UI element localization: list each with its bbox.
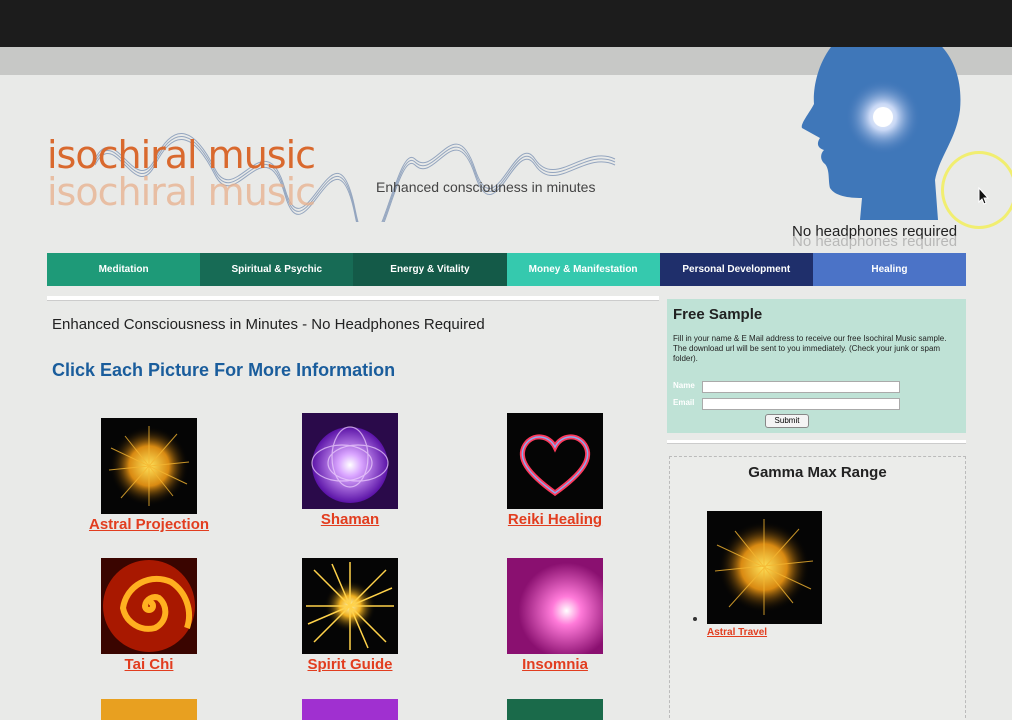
page: isochiral music isochiral music Enhanced…: [0, 47, 1012, 720]
email-label: Email: [673, 398, 695, 407]
list-bullet: [693, 617, 697, 621]
gamma-title: Gamma Max Range: [748, 464, 887, 481]
site-logo-reflection: isochiral music: [47, 170, 316, 214]
nav-spiritual-psychic[interactable]: Spiritual & Psychic: [200, 253, 354, 286]
tagline: Enhanced consciouness in minutes: [376, 179, 596, 195]
divider: [47, 296, 659, 301]
headphones-note-reflection: No headphones required: [792, 233, 958, 250]
pink-glow-image[interactable]: [507, 558, 603, 654]
nav-personal-development[interactable]: Personal Development: [659, 253, 813, 286]
star-burst-image[interactable]: [302, 558, 398, 654]
section-heading: Click Each Picture For More Information: [52, 360, 396, 380]
submit-button[interactable]: Submit: [765, 414, 809, 428]
name-label: Name: [673, 381, 695, 390]
purple-vortex-image[interactable]: [302, 413, 398, 509]
intro-text: Enhanced Consciousness in Minutes - No H…: [52, 316, 485, 333]
item-label[interactable]: Insomnia: [480, 656, 630, 673]
item-label[interactable]: Astral Projection: [74, 516, 224, 533]
nav-money-manifestation[interactable]: Money & Manifestation: [506, 253, 660, 286]
orange-spiral-image[interactable]: [101, 558, 197, 654]
cursor-highlight-ring: [941, 151, 1012, 229]
name-input[interactable]: [702, 381, 900, 393]
partial-image-row: [302, 699, 398, 720]
partial-image-row: [101, 699, 197, 720]
item-label[interactable]: Reiki Healing: [480, 511, 630, 528]
mouse-cursor-icon: [978, 187, 990, 205]
item-spirit-guide[interactable]: Spirit Guide: [275, 558, 425, 673]
golden-starburst-image[interactable]: [101, 418, 197, 514]
gamma-panel: Gamma Max Range Astral Travel: [669, 456, 966, 720]
item-shaman[interactable]: Shaman: [275, 413, 425, 528]
divider: [667, 440, 966, 444]
free-sample-panel: Free Sample Fill in your name & E Mail a…: [667, 299, 966, 433]
item-astral-projection[interactable]: Astral Projection: [74, 418, 224, 533]
item-label[interactable]: Spirit Guide: [275, 656, 425, 673]
item-reiki-healing[interactable]: Reiki Healing: [480, 413, 630, 528]
main-nav: Meditation Spiritual & Psychic Energy & …: [47, 253, 967, 286]
free-sample-title: Free Sample: [673, 306, 763, 323]
neon-heart-image[interactable]: [507, 413, 603, 509]
email-input[interactable]: [702, 398, 900, 410]
nav-healing[interactable]: Healing: [812, 253, 967, 286]
item-label[interactable]: Tai Chi: [74, 656, 224, 673]
item-tai-chi[interactable]: Tai Chi: [74, 558, 224, 673]
free-sample-description: Fill in your name & E Mail address to re…: [673, 334, 947, 363]
nav-meditation[interactable]: Meditation: [47, 253, 201, 286]
golden-starburst-image[interactable]: [707, 511, 822, 624]
item-insomnia[interactable]: Insomnia: [480, 558, 630, 673]
partial-image-row: [507, 699, 603, 720]
item-label[interactable]: Shaman: [275, 511, 425, 528]
nav-energy-vitality[interactable]: Energy & Vitality: [353, 253, 507, 286]
gamma-item-label[interactable]: Astral Travel: [707, 627, 767, 638]
